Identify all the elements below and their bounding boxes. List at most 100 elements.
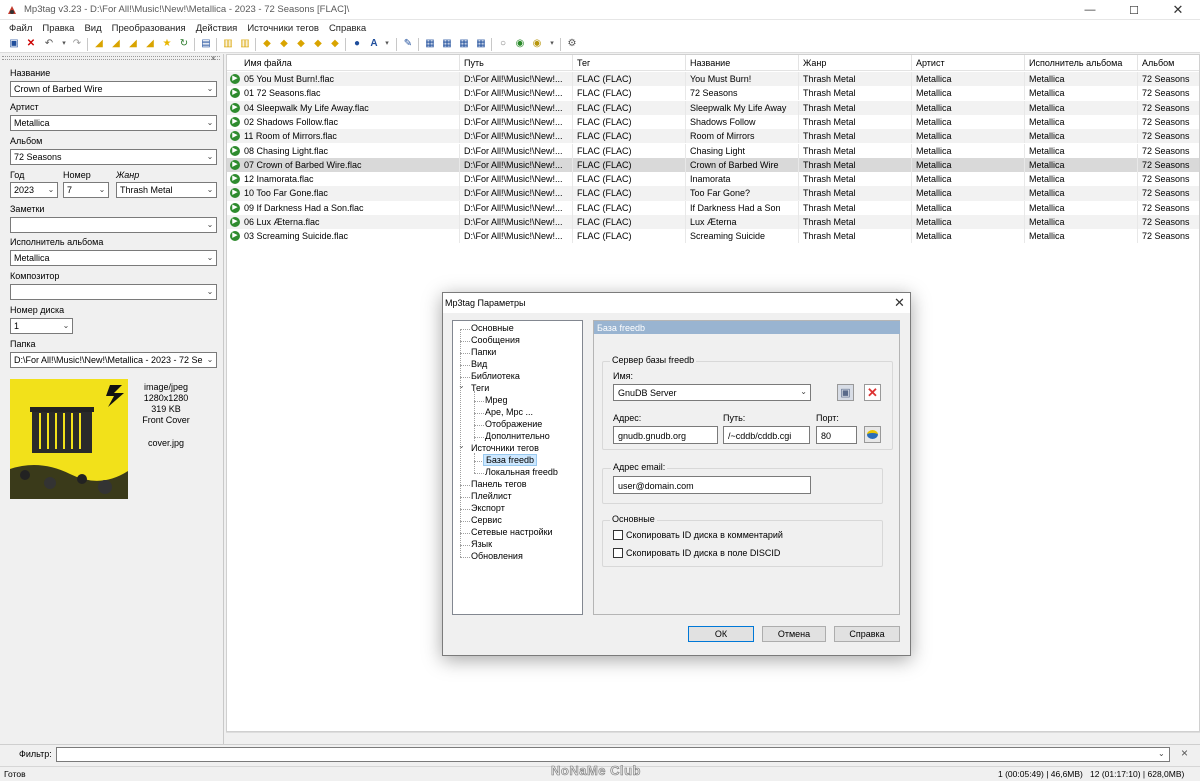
- freedb-icon[interactable]: ▦: [441, 38, 453, 50]
- tree-item[interactable]: Отображение: [485, 419, 542, 429]
- email-input[interactable]: user@domain.com: [613, 476, 811, 494]
- title-field[interactable]: Crown of Barbed Wire ⌄: [10, 81, 217, 97]
- table-row[interactable]: ▶ 10 Too Far Gone.flac D:\For All!\Music!\…: [227, 186, 1199, 201]
- table-row[interactable]: ▶ 01 72 Seasons.flac D:\For All!\Music!\Ne…: [227, 86, 1199, 101]
- path-input[interactable]: /~cddb/cddb.cgi: [723, 426, 810, 444]
- track-field[interactable]: 7 ⌄: [63, 182, 109, 198]
- tree-item[interactable]: Источники тегов: [471, 443, 539, 453]
- column-header[interactable]: Альбом: [1138, 55, 1199, 71]
- genre-field[interactable]: Thrash Metal ⌄: [116, 182, 217, 198]
- options-icon[interactable]: ✎: [402, 38, 414, 50]
- table-row[interactable]: ▶ 11 Room of Mirrors.flac D:\For All!\Musi…: [227, 129, 1199, 144]
- tree-item[interactable]: Плейлист: [471, 491, 512, 501]
- folder-add-icon[interactable]: ◢: [110, 38, 122, 50]
- table-row[interactable]: ▶ 09 If Darkness Had a Son.flac D:\For All…: [227, 200, 1199, 215]
- tree-item[interactable]: Сетевые настройки: [471, 527, 553, 537]
- menu-edit[interactable]: Правка: [37, 23, 79, 34]
- ok-button[interactable]: ОК: [688, 626, 754, 642]
- tag-panel-icon[interactable]: ▤: [200, 38, 212, 50]
- tag-sources-icon[interactable]: ▦: [475, 38, 487, 50]
- menu-view[interactable]: Вид: [79, 23, 106, 34]
- tree-item-selected[interactable]: База freedb: [483, 454, 537, 466]
- table-row[interactable]: ▶ 04 Sleepwalk My Life Away.flac D:\For Al…: [227, 100, 1199, 115]
- copy-discid-field-checkbox[interactable]: [613, 548, 623, 558]
- text-format-dropdown-icon[interactable]: ▾: [381, 38, 393, 50]
- folder-green-icon[interactable]: ◢: [93, 38, 105, 50]
- album-artist-field[interactable]: Metallica ⌄: [10, 250, 217, 266]
- tree-expand-icon[interactable]: ⌄: [458, 381, 465, 390]
- menu-help[interactable]: Справка: [324, 23, 371, 34]
- web-search-icon[interactable]: ◉: [514, 38, 526, 50]
- tree-item[interactable]: Панель тегов: [471, 479, 527, 489]
- table-row[interactable]: ▶ 07 Crown of Barbed Wire.flac D:\For All!…: [227, 157, 1199, 173]
- album-field[interactable]: 72 Seasons ⌄: [10, 149, 217, 165]
- text-file-tag-icon[interactable]: ◆: [312, 38, 324, 50]
- table-row[interactable]: ▶ 05 You Must Burn!.flac D:\For All!\Music…: [227, 72, 1199, 87]
- minimize-button[interactable]: —: [1068, 0, 1112, 20]
- table-row[interactable]: ▶ 06 Lux Æterna.flac D:\For All!\Music!\Ne…: [227, 215, 1199, 230]
- column-header[interactable]: Артист: [912, 55, 1025, 71]
- tree-item[interactable]: Экспорт: [471, 503, 505, 513]
- maximize-button[interactable]: ☐: [1112, 0, 1156, 20]
- filter-input[interactable]: [56, 747, 1170, 762]
- save-icon[interactable]: ▣: [8, 38, 20, 50]
- tree-item[interactable]: Сообщения: [471, 335, 520, 345]
- tree-item[interactable]: Библиотека: [471, 371, 520, 381]
- menu-tag-sources[interactable]: Источники тегов: [242, 23, 324, 34]
- artist-field[interactable]: Metallica ⌄: [10, 115, 217, 131]
- panel-close-icon[interactable]: ×: [211, 54, 216, 63]
- menu-file[interactable]: Файл: [4, 23, 37, 34]
- copy-tag-icon[interactable]: ▥: [222, 38, 234, 50]
- test-connection-icon[interactable]: [864, 426, 881, 443]
- dialog-close-icon[interactable]: ✕: [894, 295, 905, 311]
- column-header[interactable]: Тег: [573, 55, 686, 71]
- close-button[interactable]: ✕: [1156, 0, 1200, 20]
- copy-discid-comment-checkbox[interactable]: [613, 530, 623, 540]
- disc-field[interactable]: 1 ⌄: [10, 318, 73, 334]
- tree-item[interactable]: Язык: [471, 539, 492, 549]
- column-header[interactable]: Исполнитель альбома: [1025, 55, 1138, 71]
- tree-item[interactable]: Сервис: [471, 515, 502, 525]
- help-button[interactable]: Справка: [834, 626, 900, 642]
- save-server-icon[interactable]: ▣: [837, 384, 854, 401]
- tree-item[interactable]: Ape, Mpc ...: [485, 407, 533, 417]
- album-cover[interactable]: [10, 379, 128, 499]
- favorites-star-icon[interactable]: ★: [161, 38, 173, 50]
- remove-tag-icon[interactable]: ✕: [25, 38, 37, 50]
- filename-tag-icon[interactable]: ◆: [278, 38, 290, 50]
- local-freedb-icon[interactable]: ▦: [458, 38, 470, 50]
- server-name-select[interactable]: GnuDB Server ⌄: [613, 384, 811, 401]
- undo-dropdown-icon[interactable]: ▾: [58, 38, 70, 50]
- tree-item[interactable]: Папки: [471, 347, 496, 357]
- comment-field[interactable]: ⌄: [10, 217, 217, 233]
- tree-item[interactable]: Mpeg: [485, 395, 508, 405]
- column-header[interactable]: Название: [686, 55, 799, 71]
- tree-item[interactable]: Теги: [471, 383, 489, 393]
- table-row[interactable]: ▶ 12 Inamorata.flac D:\For All!\Music!\New…: [227, 172, 1199, 187]
- settings-wrench-icon[interactable]: ⚙: [566, 38, 578, 50]
- horizontal-scrollbar[interactable]: [226, 732, 1200, 743]
- menu-convert[interactable]: Преобразования: [107, 23, 191, 34]
- address-input[interactable]: gnudb.gnudb.org: [613, 426, 718, 444]
- folder-field[interactable]: D:\For All!\Music!\New!\Metallica - 2023…: [10, 352, 217, 368]
- sources-dropdown-icon[interactable]: ▾: [546, 38, 558, 50]
- table-row[interactable]: ▶ 08 Chasing Light.flac D:\For All!\Music!…: [227, 143, 1199, 158]
- refresh-icon[interactable]: ↻: [178, 38, 190, 50]
- year-field[interactable]: 2023 ⌄: [10, 182, 58, 198]
- panel-grip[interactable]: [2, 56, 220, 60]
- delete-server-icon[interactable]: ✕: [864, 384, 881, 401]
- filename-filename-icon[interactable]: ◆: [295, 38, 307, 50]
- cd-icon[interactable]: ○: [497, 38, 509, 50]
- column-header[interactable]: Жанр: [799, 55, 912, 71]
- table-row[interactable]: ▶ 03 Screaming Suicide.flac D:\For All!\Mu…: [227, 229, 1199, 244]
- filter-dropdown-icon[interactable]: ⌄: [1158, 749, 1165, 758]
- export-icon[interactable]: ▦: [424, 38, 436, 50]
- menu-actions[interactable]: Действия: [191, 23, 243, 34]
- column-header[interactable]: Путь: [460, 55, 573, 71]
- composer-field[interactable]: ⌄: [10, 284, 217, 300]
- sources-globe-icon[interactable]: ◉: [531, 38, 543, 50]
- folder-blue-icon[interactable]: ◢: [144, 38, 156, 50]
- column-header[interactable]: Имя файла: [227, 55, 460, 71]
- tree-item[interactable]: Обновления: [471, 551, 523, 561]
- case-convert-icon[interactable]: ●: [351, 38, 363, 50]
